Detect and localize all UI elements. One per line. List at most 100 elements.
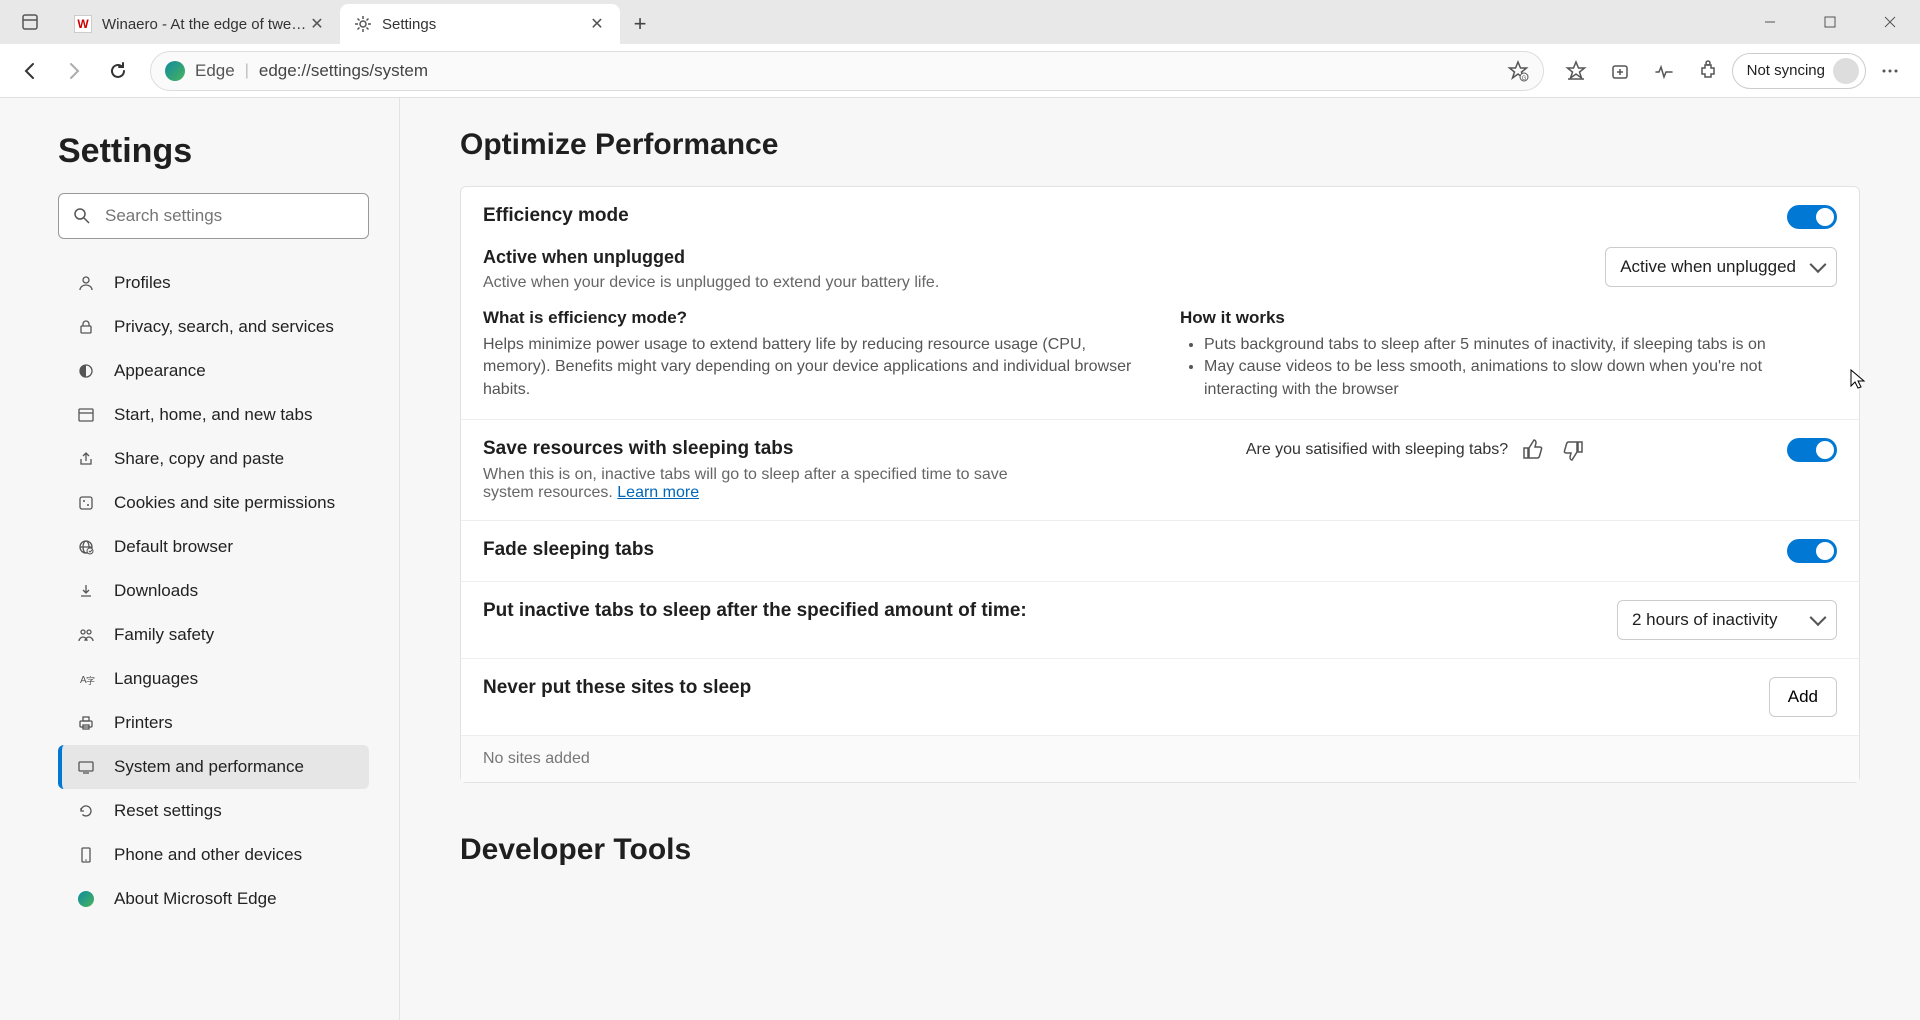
search-icon [73,207,91,225]
tab-actions-button[interactable] [0,0,60,44]
row-fade: Fade sleeping tabs [461,520,1859,581]
nav-share[interactable]: Share, copy and paste [58,437,369,481]
sleeping-desc: When this is on, inactive tabs will go t… [483,466,1043,502]
avatar-icon [1833,58,1859,84]
nav-privacy[interactable]: Privacy, search, and services [58,305,369,349]
efficiency-sub-title: Active when unplugged [483,247,1585,268]
inactive-dropdown[interactable]: 2 hours of inactivity [1617,600,1837,640]
search-input[interactable] [105,206,354,226]
favicon: W [74,15,92,33]
cursor-icon [1848,368,1870,390]
sleeping-toggle[interactable] [1787,438,1837,462]
what-text: Helps minimize power usage to extend bat… [483,334,1140,401]
feedback-question: Are you satisified with sleeping tabs? [1246,441,1508,459]
nav-system[interactable]: System and performance [58,745,369,789]
search-settings[interactable] [58,193,369,239]
row-never-sleep: Never put these sites to sleep Add [461,658,1859,735]
svg-text:G: G [1521,76,1526,82]
edge-about-icon [76,889,96,909]
address-bar[interactable]: Edge | edge://settings/system G [150,51,1544,91]
tab-settings[interactable]: Settings ✕ [340,4,620,44]
language-icon: A字 [76,669,96,689]
back-button[interactable] [10,51,50,91]
tab-winaero[interactable]: W Winaero - At the edge of tweaking ✕ [60,4,340,44]
nav-languages[interactable]: A字Languages [58,657,369,701]
share-icon [76,449,96,469]
close-icon[interactable]: ✕ [308,15,326,33]
family-icon [76,625,96,645]
person-icon [76,273,96,293]
settings-page: Settings Profiles Privacy, search, and s… [0,98,1920,1020]
nav-printers[interactable]: Printers [58,701,369,745]
how-item: Puts background tabs to sleep after 5 mi… [1204,334,1837,356]
feedback-group: Are you satisified with sleeping tabs? [1246,438,1584,462]
title-bar: W Winaero - At the edge of tweaking ✕ Se… [0,0,1920,44]
nav-phone[interactable]: Phone and other devices [58,833,369,877]
profile-label: Not syncing [1747,62,1825,79]
globe-icon [76,537,96,557]
nav-family[interactable]: Family safety [58,613,369,657]
never-title: Never put these sites to sleep [483,677,751,699]
settings-content: Optimize Performance Efficiency mode Act… [400,98,1920,1020]
maximize-button[interactable] [1800,0,1860,44]
how-item: May cause videos to be less smooth, anim… [1204,356,1837,401]
nav-start[interactable]: Start, home, and new tabs [58,393,369,437]
nav-default-browser[interactable]: Default browser [58,525,369,569]
favorites-button[interactable] [1556,51,1596,91]
favorite-star-icon[interactable]: G [1507,60,1529,82]
appearance-icon [76,361,96,381]
settings-sidebar: Settings Profiles Privacy, search, and s… [0,98,400,1020]
new-tab-button[interactable]: + [620,4,660,44]
section-heading-performance: Optimize Performance [460,128,1860,162]
nav-profiles[interactable]: Profiles [58,261,369,305]
collections-button[interactable] [1600,51,1640,91]
thumbs-up-icon[interactable] [1522,438,1546,462]
nav-about[interactable]: About Microsoft Edge [58,877,369,921]
tab-title: Winaero - At the edge of tweaking [102,16,308,33]
tabs-icon [21,13,39,31]
efficiency-dropdown[interactable]: Active when unplugged [1605,247,1837,287]
performance-button[interactable] [1644,51,1684,91]
window-icon [76,405,96,425]
system-icon [76,757,96,777]
app-menu-button[interactable] [1870,51,1910,91]
address-url: edge://settings/system [259,61,1497,81]
tab-title: Settings [382,16,588,33]
what-heading: What is efficiency mode? [483,308,1140,328]
sidebar-title: Settings [58,132,369,171]
nav-reset[interactable]: Reset settings [58,789,369,833]
refresh-button[interactable] [98,51,138,91]
sleeping-title: Save resources with sleeping tabs [483,438,1043,460]
close-icon[interactable]: ✕ [588,15,606,33]
forward-button[interactable] [54,51,94,91]
settings-nav: Profiles Privacy, search, and services A… [58,261,369,921]
nav-appearance[interactable]: Appearance [58,349,369,393]
reset-icon [76,801,96,821]
add-button[interactable]: Add [1769,677,1837,717]
close-window-button[interactable] [1860,0,1920,44]
efficiency-title: Efficiency mode [483,205,1767,227]
svg-text:字: 字 [86,675,95,686]
extensions-button[interactable] [1688,51,1728,91]
nav-cookies[interactable]: Cookies and site permissions [58,481,369,525]
cookie-icon [76,493,96,513]
printer-icon [76,713,96,733]
inactive-title: Put inactive tabs to sleep after the spe… [483,600,1027,622]
thumbs-down-icon[interactable] [1560,438,1584,462]
performance-card: Efficiency mode Active when unplugged Ac… [460,186,1860,783]
row-sleeping-tabs: Save resources with sleeping tabs When t… [461,419,1859,520]
edge-icon [165,61,185,81]
window-controls [1740,0,1920,44]
browser-toolbar: Edge | edge://settings/system G Not sync… [0,44,1920,98]
row-inactive-timer: Put inactive tabs to sleep after the spe… [461,581,1859,658]
efficiency-toggle[interactable] [1787,205,1837,229]
no-sites-row: No sites added [461,735,1859,782]
tab-strip: W Winaero - At the edge of tweaking ✕ Se… [60,0,1740,44]
fade-toggle[interactable] [1787,539,1837,563]
address-label: Edge [195,61,235,81]
learn-more-link[interactable]: Learn more [617,484,699,501]
how-heading: How it works [1180,308,1837,328]
profile-button[interactable]: Not syncing [1732,53,1866,89]
minimize-button[interactable] [1740,0,1800,44]
nav-downloads[interactable]: Downloads [58,569,369,613]
